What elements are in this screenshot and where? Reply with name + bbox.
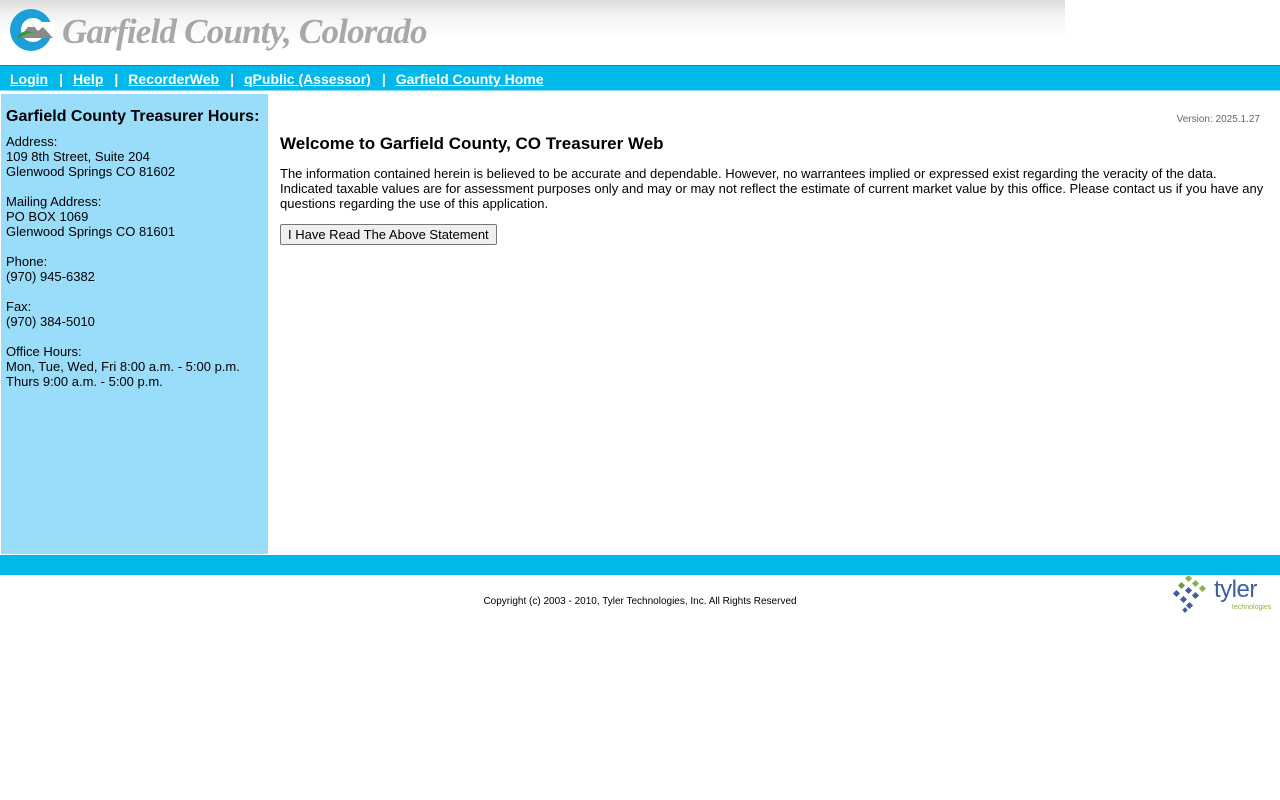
nav-recorderweb-link[interactable]: RecorderWeb xyxy=(128,71,219,87)
sidebar-heading: Garfield County Treasurer Hours: xyxy=(6,108,260,125)
mailing-line-1: PO BOX 1069 xyxy=(6,209,89,224)
office-hours-line-2: Thurs 9:00 a.m. - 5:00 p.m. xyxy=(6,374,163,389)
nav-links: Login | Help | RecorderWeb | qPublic (Assessor… xyxy=(10,71,544,87)
office-hours-line-1: Mon, Tue, Wed, Fri 8:00 a.m. - 5:00 p.m. xyxy=(6,359,240,374)
disclaimer-text: The information contained herein is beli… xyxy=(280,166,1264,211)
nav-separator: | xyxy=(59,71,64,87)
mailing-label: Mailing Address: xyxy=(6,194,102,209)
address-block: Address: 109 8th Street, Suite 204 Glenw… xyxy=(6,134,268,179)
treasurer-info-sidebar: Garfield County Treasurer Hours: Address… xyxy=(1,94,268,554)
nav-qpublic-link[interactable]: qPublic (Assessor) xyxy=(244,71,371,87)
nav-login-link[interactable]: Login xyxy=(10,71,48,87)
fax-label: Fax: xyxy=(6,299,32,314)
nav-separator: | xyxy=(381,71,386,87)
acknowledge-statement-button[interactable]: I Have Read The Above Statement xyxy=(280,224,497,245)
mailing-address-block: Mailing Address: PO BOX 1069 Glenwood Sp… xyxy=(6,194,268,239)
phone-label: Phone: xyxy=(6,254,48,269)
tyler-subtext: technologies xyxy=(1232,604,1272,611)
tyler-wordmark: tyler xyxy=(1214,576,1257,603)
nav-separator: | xyxy=(230,71,234,87)
address-line-1: 109 8th Street, Suite 204 xyxy=(6,149,150,164)
address-label: Address: xyxy=(6,134,58,149)
version-label: Version: 2025.1.27 xyxy=(1176,114,1260,125)
footer-bar xyxy=(0,555,1280,575)
nav-county-home-link[interactable]: Garfield County Home xyxy=(396,71,544,87)
mailing-line-2: Glenwood Springs CO 81601 xyxy=(6,224,176,239)
fax-number: (970) 384-5010 xyxy=(6,314,95,329)
nav-help-link[interactable]: Help xyxy=(73,71,103,87)
address-line-2: Glenwood Springs CO 81602 xyxy=(6,164,176,179)
fax-block: Fax: (970) 384-5010 xyxy=(6,299,268,329)
copyright-text: Copyright (c) 2003 - 2010, Tyler Technol… xyxy=(483,596,797,607)
top-nav-bar: Login | Help | RecorderWeb | qPublic (Assessor… xyxy=(0,65,1280,91)
page-title: Welcome to Garfield County, CO Treasurer… xyxy=(280,134,664,153)
county-logo-icon xyxy=(10,9,55,51)
office-hours-block: Office Hours: Mon, Tue, Wed, Fri 8:00 a.… xyxy=(6,344,268,389)
tyler-dots-icon xyxy=(1172,576,1207,613)
office-hours-label: Office Hours: xyxy=(6,344,82,359)
phone-number: (970) 945-6382 xyxy=(6,269,95,284)
main-content: Version: 2025.1.27 Welcome to Garfield C… xyxy=(280,94,1265,554)
tyler-technologies-logo: tyler technologies xyxy=(1172,576,1278,614)
county-title: Garfield County, Colorado xyxy=(62,12,428,51)
nav-separator: | xyxy=(114,71,119,87)
page-header: Garfield County, Colorado xyxy=(0,0,1280,65)
phone-block: Phone: (970) 945-6382 xyxy=(6,254,268,284)
